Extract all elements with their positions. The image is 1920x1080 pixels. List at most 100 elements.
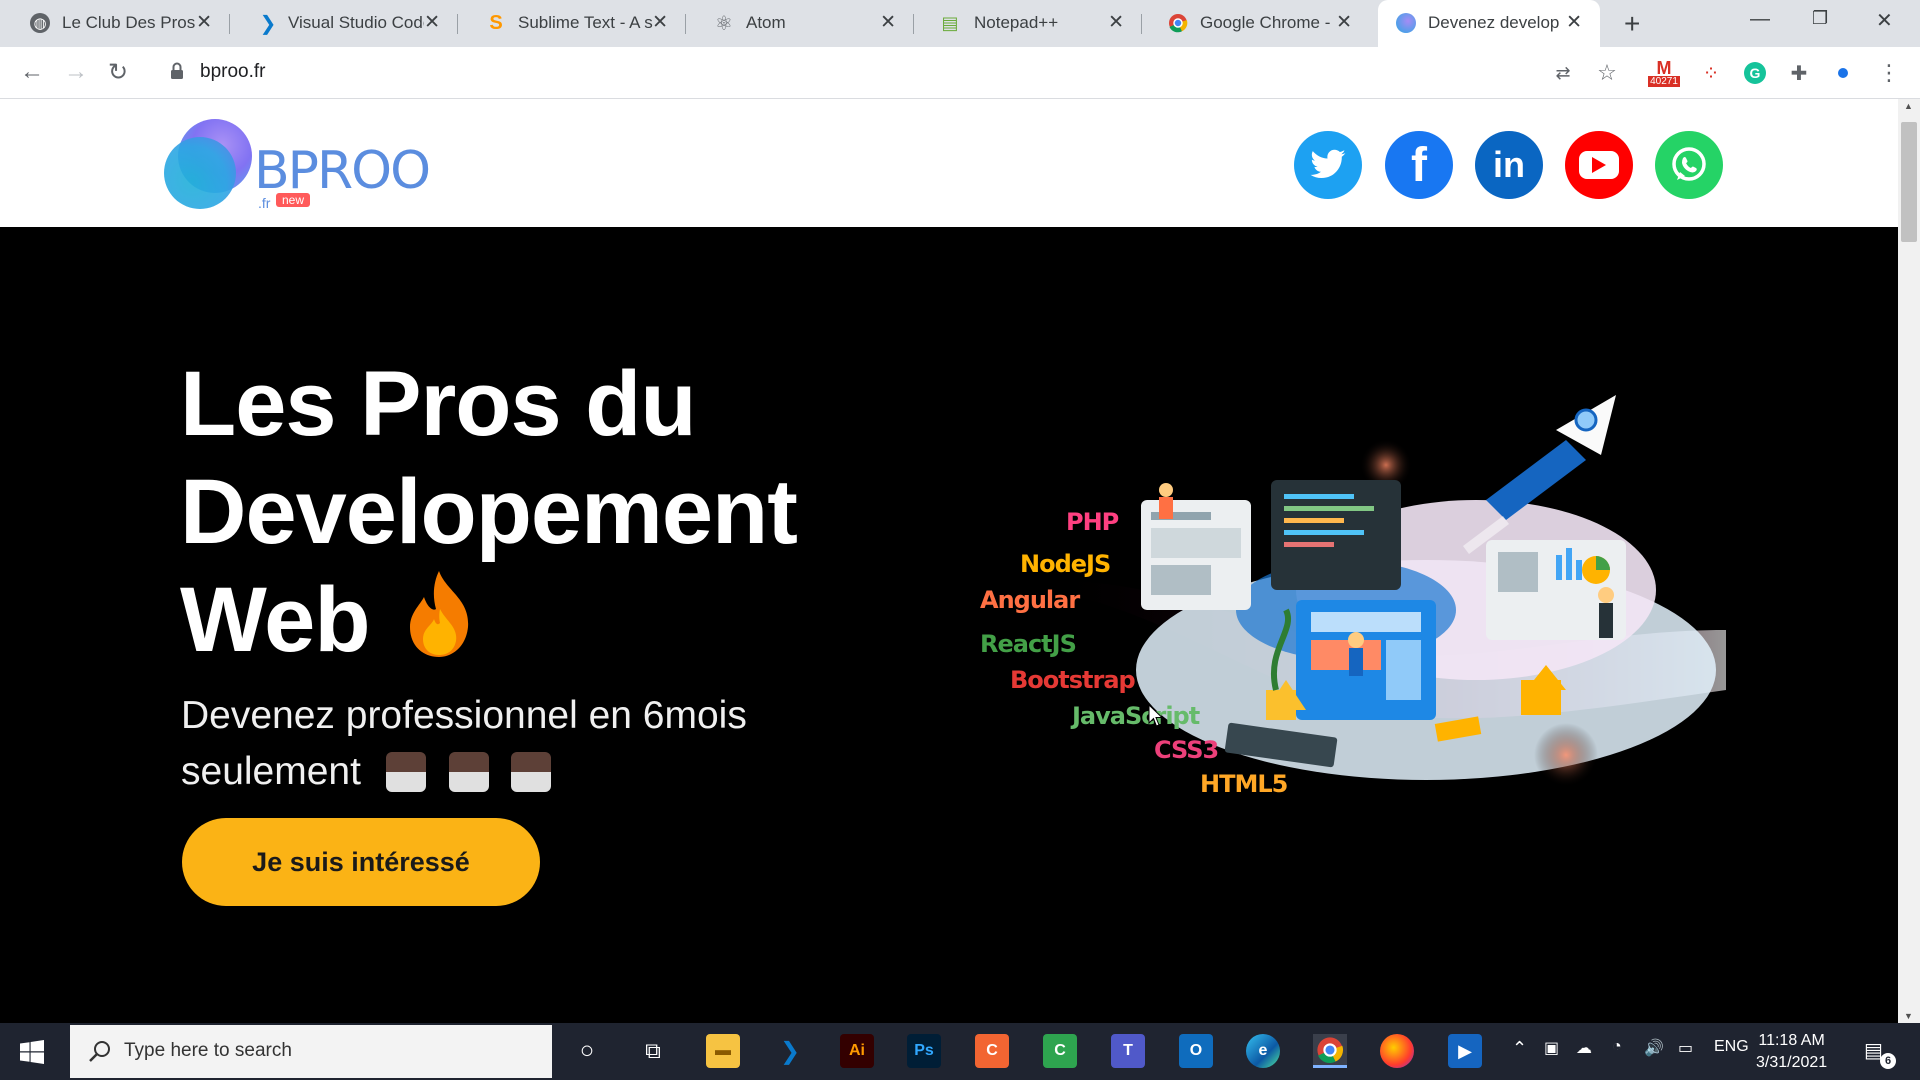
system-clock[interactable]: 11:18 AM 3/31/2021	[1756, 1030, 1827, 1074]
reload-icon[interactable]: ↻	[108, 58, 128, 87]
language-indicator[interactable]: ENG	[1714, 1038, 1749, 1056]
tech-label: PHP	[1066, 508, 1119, 536]
restore-icon[interactable]: ❐	[1812, 8, 1828, 29]
scroll-down-arrow-icon[interactable]: ▼	[1904, 1011, 1913, 1021]
tab-chrome[interactable]: Google Chrome - ✕	[1142, 0, 1370, 47]
whatsapp-icon[interactable]	[1655, 131, 1723, 199]
url-text[interactable]: bproo.fr	[200, 61, 265, 83]
developer-emoji-icon	[385, 752, 426, 792]
outlook-icon[interactable]: O	[1179, 1034, 1213, 1068]
facebook-icon[interactable]: f	[1385, 131, 1453, 199]
logo-text: BPROO	[254, 141, 431, 201]
camtasia-icon[interactable]: C	[1043, 1034, 1077, 1068]
tray-expand-chevron-icon[interactable]: ⌃	[1512, 1038, 1527, 1059]
bproo-icon	[1396, 13, 1416, 33]
tab-vscode[interactable]: ❯ Visual Studio Code ✕	[230, 0, 458, 47]
developer-scene-illustration	[1046, 395, 1726, 787]
close-icon[interactable]: ✕	[652, 11, 668, 34]
sublime-taskbar-icon[interactable]: C	[975, 1034, 1009, 1068]
hero-title-line: Developement	[180, 461, 798, 563]
volume-icon[interactable]: 🔊	[1644, 1038, 1664, 1058]
new-tab-plus-icon[interactable]: +	[1624, 8, 1640, 40]
tech-label: CSS3	[1154, 736, 1219, 764]
tab-sublime[interactable]: S Sublime Text - A s ✕	[458, 0, 686, 47]
search-placeholder: Type here to search	[124, 1040, 292, 1061]
windows-start-icon[interactable]	[20, 1040, 44, 1064]
illustrator-icon[interactable]: Ai	[840, 1034, 874, 1068]
tech-label: NodeJS	[1020, 550, 1111, 578]
profile-avatar[interactable]	[1830, 60, 1856, 86]
teams-icon[interactable]: T	[1111, 1034, 1145, 1068]
forward-arrow-icon[interactable]: →	[64, 58, 88, 86]
clock-time: 11:18 AM	[1758, 1032, 1825, 1049]
tech-label: Angular	[980, 586, 1080, 614]
address-bar[interactable]: bproo.fr	[156, 53, 1626, 93]
minimize-icon[interactable]: —	[1750, 8, 1770, 31]
mouse-cursor-icon	[1148, 703, 1164, 733]
tech-label: HTML5	[1200, 770, 1288, 798]
extensions-puzzle-icon[interactable]: ✚	[1786, 60, 1812, 86]
task-view-icon[interactable]: ⧉	[636, 1034, 670, 1068]
close-icon[interactable]: ✕	[196, 11, 212, 34]
developer-emoji-icon	[448, 752, 489, 792]
meet-now-icon[interactable]: ▣	[1544, 1038, 1559, 1058]
globe-icon: ◍	[30, 13, 50, 33]
tab-notepad[interactable]: ▤ Notepad++ ✕	[914, 0, 1142, 47]
photoshop-icon[interactable]: Ps	[907, 1034, 941, 1068]
edge-icon[interactable]: e	[1246, 1034, 1280, 1068]
chrome-taskbar-icon[interactable]	[1313, 1034, 1347, 1068]
atom-icon: ⚛	[715, 12, 733, 35]
close-icon[interactable]: ✕	[1336, 11, 1352, 34]
tab-atom[interactable]: ⚛ Atom ✕	[686, 0, 914, 47]
firefox-icon[interactable]	[1380, 1034, 1414, 1068]
grammarly-icon[interactable]: G	[1742, 60, 1768, 86]
logo-suffix: .fr	[258, 195, 271, 211]
notepad-icon: ▤	[941, 12, 959, 33]
menu-dots-icon[interactable]: ⋮	[1876, 60, 1902, 86]
tab-strip: ◍ Le Club Des Pros ✕ ❯ Visual Studio Cod…	[0, 0, 1920, 47]
media-player-icon[interactable]: ▶	[1448, 1034, 1482, 1068]
file-explorer-icon[interactable]: ▬	[706, 1034, 740, 1068]
close-icon[interactable]: ✕	[1566, 11, 1582, 34]
wifi-icon[interactable]: ◔	[1612, 1038, 1622, 1056]
linkedin-icon[interactable]: in	[1475, 131, 1543, 199]
youtube-icon[interactable]	[1565, 131, 1633, 199]
hero-title-line: Web	[180, 569, 371, 671]
gmail-extension-icon[interactable]: M 40271	[1644, 59, 1684, 87]
tab-le-club[interactable]: ◍ Le Club Des Pros ✕	[0, 0, 230, 47]
lock-icon	[171, 62, 183, 79]
battery-icon[interactable]: ▭	[1678, 1038, 1693, 1058]
tech-label: JavaScript	[1072, 702, 1200, 730]
windows-taskbar: Type here to search ○ ⧉ ▬ ❯ Ai Ps C C T …	[0, 1023, 1920, 1080]
close-icon[interactable]: ✕	[424, 11, 440, 34]
scroll-up-arrow-icon[interactable]: ▲	[1904, 101, 1913, 111]
scroll-thumb[interactable]	[1901, 122, 1917, 242]
translate-icon[interactable]: ⇄	[1550, 60, 1576, 86]
notification-count-badge: 6	[1880, 1053, 1896, 1069]
apps-grid-icon[interactable]: ⁘	[1698, 60, 1724, 86]
cta-interested-button[interactable]: Je suis intéressé	[182, 818, 540, 906]
browser-toolbar: ← → ↻ bproo.fr ⇄ ☆ M 40271 ⁘ G ✚ ⋮	[0, 47, 1920, 99]
close-icon[interactable]: ✕	[1108, 11, 1124, 34]
chrome-icon	[1168, 13, 1188, 33]
twitter-icon[interactable]	[1294, 131, 1362, 199]
onedrive-cloud-icon[interactable]: ☁	[1576, 1038, 1592, 1058]
search-icon	[89, 1041, 110, 1062]
developer-emoji-icon	[511, 752, 552, 792]
gmail-badge: 40271	[1648, 75, 1680, 87]
tech-label: Bootstrap	[1010, 666, 1136, 694]
hero-title: Les Pros du Developement Web	[180, 350, 900, 682]
taskbar-search-box[interactable]: Type here to search	[70, 1025, 552, 1078]
vscode-taskbar-icon[interactable]: ❯	[773, 1034, 807, 1068]
window-close-icon[interactable]: ✕	[1876, 8, 1893, 33]
bookmark-star-icon[interactable]: ☆	[1594, 60, 1620, 86]
tech-label: ReactJS	[980, 630, 1077, 658]
hero-title-line: Les Pros du	[180, 353, 697, 455]
vscode-icon: ❯	[259, 12, 277, 35]
logo-new-badge: new	[276, 193, 311, 207]
close-icon[interactable]: ✕	[880, 11, 896, 34]
fire-icon	[402, 569, 476, 682]
back-arrow-icon[interactable]: ←	[20, 58, 44, 86]
tab-devenez-developpeur[interactable]: Devenez develope ✕	[1378, 0, 1600, 47]
cortana-circle-icon[interactable]: ○	[570, 1034, 604, 1068]
